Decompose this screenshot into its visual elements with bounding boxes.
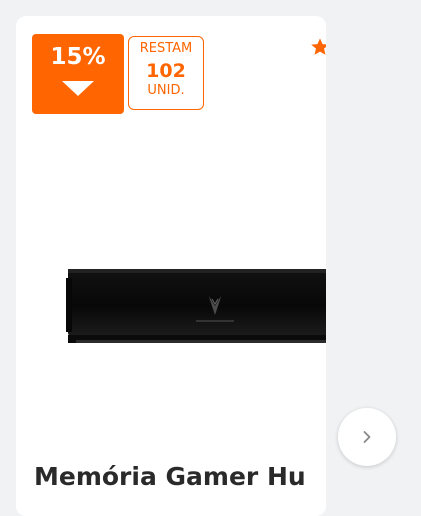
stock-badge: RESTAM 102 UNID.	[128, 36, 204, 110]
discount-value: 15%	[50, 44, 106, 70]
chevron-right-icon	[363, 431, 371, 443]
product-image[interactable]	[66, 254, 326, 360]
product-title-clip: Memória Gamer Hu	[34, 460, 326, 500]
product-title[interactable]: Memória Gamer Hu	[34, 460, 306, 494]
stock-top-label: RESTAM	[139, 41, 193, 56]
stock-bottom-label: UNID.	[147, 83, 185, 98]
next-button[interactable]	[338, 408, 396, 466]
discount-badge: 15%	[32, 34, 124, 114]
product-card[interactable]: 15% RESTAM 102 UNID.	[16, 16, 326, 516]
star-icon[interactable]	[309, 36, 326, 58]
stock-count: 102	[146, 60, 186, 82]
down-triangle-icon	[62, 81, 94, 96]
